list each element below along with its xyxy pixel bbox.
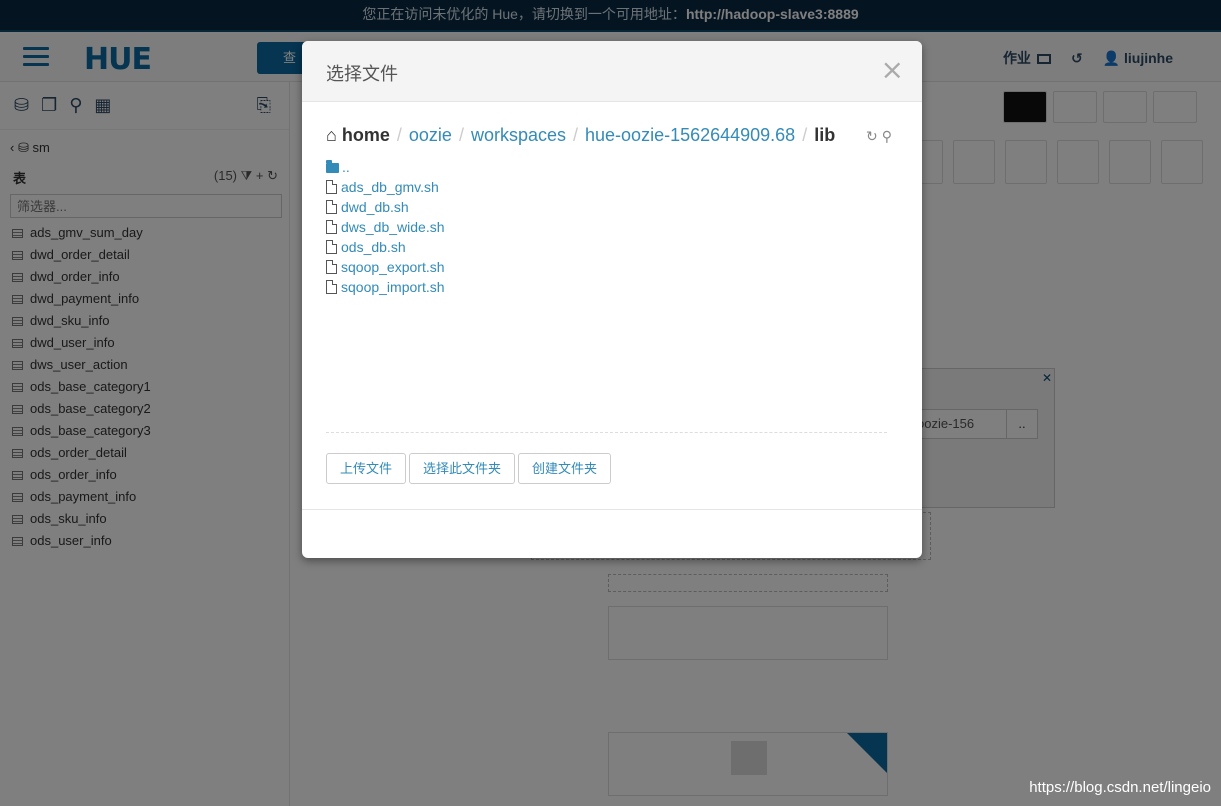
close-icon[interactable]: × <box>881 55 904 85</box>
modal-header: 选择文件 × <box>302 41 922 102</box>
refresh-icon[interactable]: ↻ <box>866 128 878 145</box>
breadcrumb-item[interactable]: oozie <box>409 125 452 146</box>
file-item[interactable]: sqoop_export.sh <box>326 258 445 278</box>
modal-title: 选择文件 <box>326 64 398 84</box>
file-item[interactable]: sqoop_import.sh <box>326 278 445 298</box>
create-folder-button[interactable]: 创建文件夹 <box>518 453 612 484</box>
breadcrumb-item[interactable]: hue-oozie-1562644909.68 <box>585 125 795 146</box>
divider <box>326 432 887 433</box>
file-item[interactable]: ads_db_gmv.sh <box>326 178 445 198</box>
file-item[interactable]: ods_db.sh <box>326 238 445 258</box>
file-icon <box>326 240 337 254</box>
file-item[interactable]: dwd_db.sh <box>326 198 445 218</box>
upload-file-button[interactable]: 上传文件 <box>326 453 407 484</box>
modal-footer <box>302 509 922 510</box>
parent-folder-item[interactable]: .. <box>326 158 445 178</box>
file-list: .. ads_db_gmv.sh dwd_db.sh dws_db_wide.s… <box>326 158 445 298</box>
breadcrumb-home[interactable]: ⌂ home <box>326 125 390 146</box>
file-icon <box>326 220 337 234</box>
file-item[interactable]: dws_db_wide.sh <box>326 218 445 238</box>
select-folder-button[interactable]: 选择此文件夹 <box>409 453 516 484</box>
folder-icon <box>326 160 339 173</box>
file-icon <box>326 260 337 274</box>
breadcrumb-item[interactable]: workspaces <box>471 125 566 146</box>
file-icon <box>326 180 337 194</box>
file-icon <box>326 200 337 214</box>
watermark: https://blog.csdn.net/lingeio <box>1029 779 1211 796</box>
choose-file-modal: 选择文件 × ⌂ home / oozie / workspaces / hue… <box>302 41 922 558</box>
file-icon <box>326 280 337 294</box>
modal-actions: 上传文件 选择此文件夹 创建文件夹 <box>326 453 612 484</box>
breadcrumb-tools: ↻ ⚲ <box>866 128 892 145</box>
search-icon[interactable]: ⚲ <box>882 128 892 145</box>
breadcrumb-current: lib <box>814 125 836 145</box>
breadcrumb: ⌂ home / oozie / workspaces / hue-oozie-… <box>326 125 836 146</box>
